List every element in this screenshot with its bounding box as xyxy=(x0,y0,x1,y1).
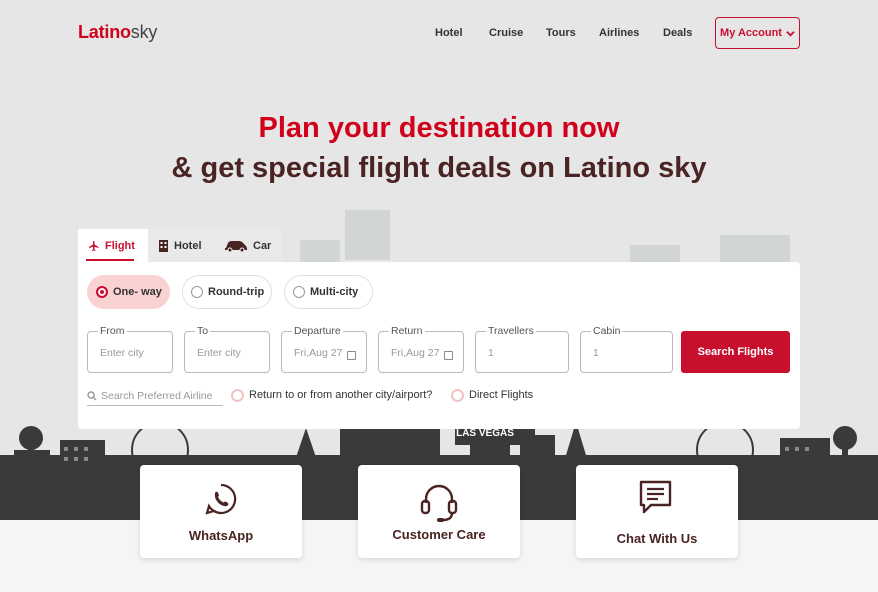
tab-hotel[interactable]: Hotel xyxy=(148,229,214,262)
car-icon xyxy=(225,240,247,252)
hotel-building-icon xyxy=(159,240,168,252)
las-vegas-sign: LAS VEGAS xyxy=(456,428,514,439)
tab-hotel-label: Hotel xyxy=(174,239,202,252)
headset-icon xyxy=(420,484,458,522)
tab-flight[interactable]: Flight xyxy=(78,229,148,262)
trip-round-trip-radio[interactable]: Round-trip xyxy=(182,275,272,309)
calendar-icon xyxy=(444,351,453,360)
hero-subtitle: & get special flight deals on Latino sky xyxy=(171,152,707,184)
return-label: Return xyxy=(389,325,425,338)
radio-empty-icon xyxy=(191,286,203,298)
customer-care-card[interactable]: Customer Care xyxy=(358,465,520,558)
departure-date-field[interactable]: Departure Fri,Aug 27 xyxy=(281,325,367,373)
tab-car[interactable]: Car xyxy=(214,229,282,262)
from-label: From xyxy=(98,325,127,338)
tab-car-label: Car xyxy=(253,239,272,252)
direct-flights-label: Direct Flights xyxy=(469,389,534,401)
whatsapp-card[interactable]: WhatsApp xyxy=(140,465,302,558)
trip-multi-city-label: Multi-city xyxy=(310,286,359,298)
cabin-label: Cabin xyxy=(591,325,623,338)
departure-value: Fri,Aug 27 xyxy=(294,347,343,359)
departure-label: Departure xyxy=(292,325,343,338)
search-icon xyxy=(87,390,97,400)
whatsapp-icon xyxy=(205,483,237,515)
from-placeholder: Enter city xyxy=(100,347,144,359)
direct-flights-checkbox[interactable]: Direct Flights xyxy=(451,386,533,404)
logo-part-2: sky xyxy=(130,22,158,42)
chat-with-us-label: Chat With Us xyxy=(616,531,698,546)
to-field[interactable]: To Enter city xyxy=(184,325,270,373)
return-other-city-checkbox[interactable]: Return to or from another city/airport? xyxy=(231,386,432,404)
return-value: Fri,Aug 27 xyxy=(391,347,440,359)
my-account-button[interactable]: My Account xyxy=(715,17,800,49)
travellers-value: 1 xyxy=(488,347,494,359)
nav-tours[interactable]: Tours xyxy=(546,27,576,39)
search-flights-button[interactable]: Search Flights xyxy=(681,331,790,373)
travellers-field[interactable]: Travellers 1 xyxy=(475,325,569,373)
nav-hotel[interactable]: Hotel xyxy=(435,27,463,39)
return-other-city-label: Return to or from another city/airport? xyxy=(249,389,433,401)
calendar-icon xyxy=(347,351,356,360)
cabin-value: 1 xyxy=(593,347,599,359)
to-label: To xyxy=(195,325,211,338)
chevron-down-icon xyxy=(786,30,795,37)
radio-empty-icon xyxy=(451,388,464,402)
chat-bubble-icon xyxy=(639,480,672,514)
preferred-airline-search[interactable]: Search Preferred Airline xyxy=(87,386,223,406)
airplane-icon xyxy=(89,240,99,251)
whatsapp-label: WhatsApp xyxy=(188,528,254,543)
trip-multi-city-radio[interactable]: Multi-city xyxy=(284,275,373,309)
radio-selected-icon xyxy=(96,286,108,298)
cabin-field[interactable]: Cabin 1 xyxy=(580,325,673,373)
site-logo[interactable]: Latinosky xyxy=(78,22,157,43)
hero-title: Plan your destination now xyxy=(258,112,620,144)
nav-airlines[interactable]: Airlines xyxy=(599,27,639,39)
trip-round-trip-label: Round-trip xyxy=(208,286,265,298)
trip-one-way-radio[interactable]: One- way xyxy=(87,275,170,309)
to-placeholder: Enter city xyxy=(197,347,241,359)
nav-cruise[interactable]: Cruise xyxy=(489,27,523,39)
from-field[interactable]: From Enter city xyxy=(87,325,173,373)
my-account-label: My Account xyxy=(720,27,782,39)
tab-flight-label: Flight xyxy=(105,239,135,252)
logo-part-1: Latino xyxy=(78,22,131,42)
active-tab-underline xyxy=(86,259,134,261)
preferred-airline-placeholder: Search Preferred Airline xyxy=(101,389,213,402)
radio-empty-icon xyxy=(293,286,305,298)
travellers-label: Travellers xyxy=(486,325,536,338)
trip-one-way-label: One- way xyxy=(113,286,162,298)
return-date-field[interactable]: Return Fri,Aug 27 xyxy=(378,325,464,373)
nav-deals[interactable]: Deals xyxy=(663,27,692,39)
customer-care-label: Customer Care xyxy=(392,527,486,542)
radio-empty-icon xyxy=(231,388,244,402)
chat-with-us-card[interactable]: Chat With Us xyxy=(576,465,738,558)
